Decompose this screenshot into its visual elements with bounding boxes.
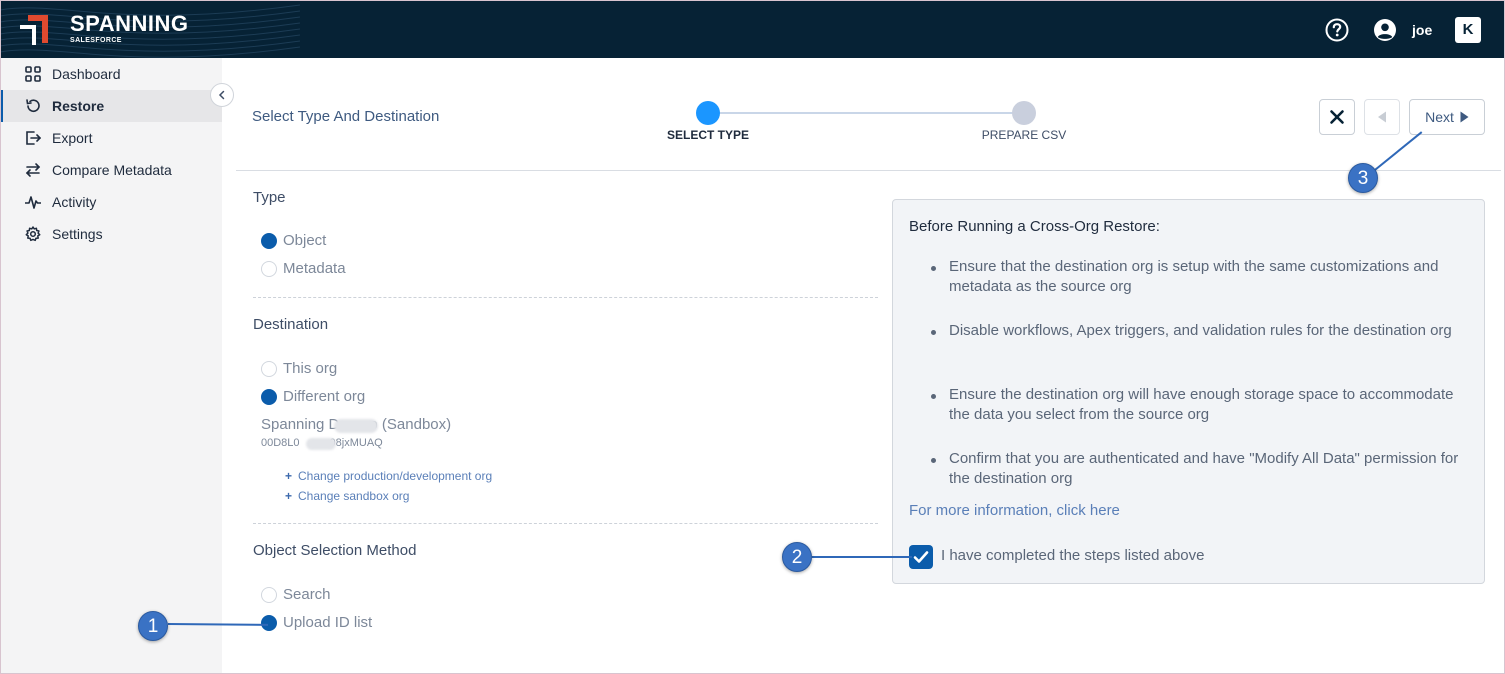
top-bar: SPANNING SALESFORCE joe K — [0, 0, 1505, 58]
sidebar-item-label: Settings — [52, 226, 103, 242]
radio-label: Search — [283, 586, 331, 603]
user-icon[interactable] — [1373, 18, 1397, 42]
brand-subtitle: SALESFORCE — [70, 37, 122, 44]
callout-3: 3 — [1348, 163, 1378, 193]
org-name-suffix: o (Sandbox) — [369, 416, 452, 433]
plus-icon: + — [285, 489, 293, 503]
callout-line-2 — [812, 556, 912, 558]
destination-section-title: Destination — [253, 316, 329, 333]
step-indicator-pending — [1012, 101, 1036, 125]
radio-search[interactable]: Search — [261, 586, 331, 603]
org-id-suffix: 08jxMUAQ — [329, 437, 383, 449]
sidebar-item-label: Dashboard — [52, 66, 121, 82]
more-information-link[interactable]: For more information, click here — [909, 502, 1120, 519]
link-label: Change sandbox org — [298, 489, 410, 503]
link-label: Change production/development org — [298, 469, 493, 483]
next-button[interactable]: Next — [1409, 99, 1485, 135]
close-button[interactable] — [1319, 99, 1355, 135]
close-icon — [1330, 110, 1344, 124]
radio-indicator — [261, 232, 277, 249]
bullet-icon — [931, 394, 936, 399]
radio-object[interactable]: Object — [261, 232, 326, 249]
redacted-text — [306, 438, 336, 450]
type-section-title: Type — [253, 189, 286, 206]
bullet-icon — [931, 266, 936, 271]
change-production-org-link[interactable]: + Change production/development org — [285, 469, 492, 483]
step-label-prepare-csv: PREPARE CSV — [981, 128, 1067, 142]
bullet-icon — [931, 458, 936, 463]
compare-arrows-icon — [24, 161, 42, 179]
bullet-icon — [931, 330, 936, 335]
radio-label: Metadata — [283, 260, 346, 277]
org-name-prefix: Spanning D — [261, 416, 340, 433]
triangle-right-icon — [1460, 111, 1469, 123]
step-indicator-current — [696, 101, 720, 125]
gear-icon — [24, 225, 42, 243]
radio-different-org[interactable]: Different org — [261, 388, 365, 405]
page-title: Select Type And Destination — [252, 108, 440, 125]
radio-label: Upload ID list — [283, 614, 373, 631]
stepper-line — [708, 112, 1024, 114]
radio-label: Different org — [283, 388, 366, 405]
info-list-item: Confirm that you are authenticated and h… — [949, 450, 1459, 487]
sidebar-item-label: Restore — [52, 98, 105, 114]
radio-indicator — [261, 614, 277, 631]
steps-completed-checkbox[interactable] — [909, 545, 933, 569]
info-list-item: Disable workflows, Apex triggers, and va… — [949, 322, 1452, 339]
collapse-sidebar-button[interactable] — [210, 83, 234, 107]
cross-org-restore-info-panel: Before Running a Cross-Org Restore: Ensu… — [892, 199, 1485, 584]
org-id-prefix: 00D8L0 — [261, 437, 300, 449]
callout-1: 1 — [138, 611, 168, 641]
sidebar-item-label: Activity — [52, 194, 97, 210]
plus-icon: + — [285, 469, 293, 483]
radio-indicator — [261, 360, 277, 377]
info-list-item: Ensure the destination org will have eno… — [949, 386, 1454, 423]
back-button[interactable] — [1364, 99, 1400, 135]
sidebar-item-settings[interactable]: Settings — [0, 218, 222, 250]
radio-indicator — [261, 260, 277, 277]
checkmark-icon — [913, 551, 929, 563]
grid-icon — [24, 65, 42, 83]
triangle-left-icon — [1378, 111, 1386, 123]
next-button-label: Next — [1425, 109, 1454, 125]
radio-upload-id-list[interactable]: Upload ID list — [261, 614, 372, 631]
selection-method-section-title: Object Selection Method — [253, 542, 417, 559]
restore-icon — [24, 97, 42, 115]
spanning-logo-icon — [20, 15, 48, 45]
info-panel-title: Before Running a Cross-Org Restore: — [909, 218, 1160, 235]
pulse-icon — [24, 193, 42, 211]
radio-metadata[interactable]: Metadata — [261, 260, 346, 277]
section-divider — [253, 297, 878, 298]
radio-indicator — [261, 586, 277, 603]
sidebar-item-export[interactable]: Export — [0, 122, 222, 154]
radio-indicator — [261, 388, 277, 405]
redacted-text — [334, 419, 378, 433]
export-icon — [24, 129, 42, 147]
sidebar-item-dashboard[interactable]: Dashboard — [0, 58, 222, 90]
user-name[interactable]: joe — [1412, 22, 1432, 38]
radio-this-org[interactable]: This org — [261, 360, 337, 377]
step-label-select-type: SELECT TYPE — [666, 128, 749, 142]
brand-name: SPANNING — [70, 11, 189, 36]
header-divider — [236, 170, 1501, 171]
radio-label: This org — [283, 360, 338, 377]
change-sandbox-org-link[interactable]: + Change sandbox org — [285, 489, 409, 503]
sidebar-item-activity[interactable]: Activity — [0, 186, 222, 218]
checkbox-label: I have completed the steps listed above — [941, 547, 1205, 564]
info-list-item: Ensure that the destination org is setup… — [949, 258, 1439, 295]
kaseya-icon[interactable]: K — [1455, 17, 1481, 43]
radio-label: Object — [283, 232, 327, 249]
section-divider — [253, 523, 878, 524]
callout-2: 2 — [782, 542, 812, 572]
sidebar-item-label: Compare Metadata — [52, 162, 172, 178]
help-icon[interactable] — [1325, 18, 1349, 42]
sidebar-item-label: Export — [52, 130, 93, 146]
sidebar-item-restore[interactable]: Restore — [0, 90, 222, 122]
sidebar: Dashboard Restore Export Compare Metadat… — [0, 58, 222, 674]
sidebar-item-compare-metadata[interactable]: Compare Metadata — [0, 154, 222, 186]
chevron-left-icon — [218, 90, 225, 100]
